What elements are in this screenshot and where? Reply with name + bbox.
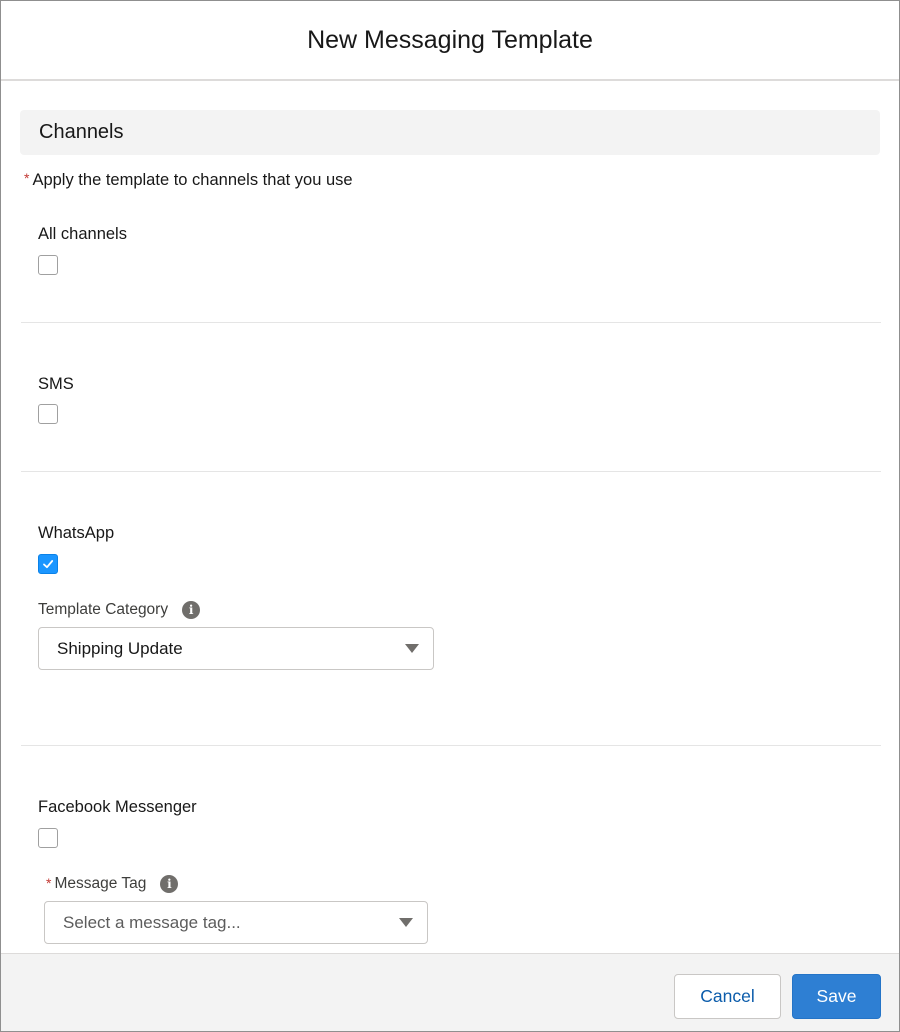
divider-2 bbox=[21, 471, 881, 472]
instruction-text: Apply the template to channels that you … bbox=[32, 171, 353, 189]
chevron-down-icon bbox=[399, 918, 413, 927]
whatsapp-label: WhatsApp bbox=[38, 524, 115, 542]
sms-checkbox[interactable] bbox=[38, 404, 58, 424]
check-icon bbox=[43, 560, 54, 569]
modal-body: Channels * Apply the template to channels… bbox=[1, 83, 899, 953]
template-category-label-text: Template Category bbox=[38, 601, 169, 618]
modal-title: New Messaging Template bbox=[307, 25, 593, 54]
info-icon[interactable]: i bbox=[182, 601, 201, 619]
message-tag-label: * Message Tag i bbox=[46, 875, 179, 893]
channels-section-header[interactable]: Channels bbox=[20, 110, 880, 155]
modal-header: New Messaging Template bbox=[1, 1, 899, 81]
info-icon[interactable]: i bbox=[160, 875, 179, 893]
chevron-down-icon bbox=[405, 644, 419, 653]
whatsapp-checkbox[interactable] bbox=[38, 554, 58, 574]
new-messaging-template-modal: New Messaging Template Channels * Apply t… bbox=[0, 0, 900, 1032]
template-category-select[interactable]: Shipping Update bbox=[38, 627, 434, 670]
template-category-value: Shipping Update bbox=[57, 638, 183, 658]
modal-footer: Cancel Save bbox=[1, 953, 899, 1031]
divider-3 bbox=[21, 745, 881, 746]
all-channels-checkbox[interactable] bbox=[38, 255, 58, 275]
facebook-messenger-checkbox[interactable] bbox=[38, 828, 58, 848]
sms-label: SMS bbox=[38, 375, 74, 393]
cancel-button[interactable]: Cancel bbox=[674, 974, 781, 1019]
message-tag-select[interactable]: Select a message tag... bbox=[44, 901, 428, 944]
all-channels-label: All channels bbox=[38, 225, 127, 243]
channels-section-title: Channels bbox=[39, 121, 124, 143]
message-tag-label-text: Message Tag bbox=[54, 875, 147, 892]
save-button[interactable]: Save bbox=[792, 974, 881, 1019]
required-indicator: * bbox=[46, 875, 52, 891]
required-indicator: * bbox=[24, 170, 30, 186]
channels-instruction: * Apply the template to channels that you… bbox=[24, 170, 353, 190]
template-category-label: Template Category i bbox=[38, 601, 201, 619]
facebook-messenger-label: Facebook Messenger bbox=[38, 798, 197, 816]
message-tag-placeholder: Select a message tag... bbox=[63, 912, 241, 932]
divider-1 bbox=[21, 322, 881, 323]
